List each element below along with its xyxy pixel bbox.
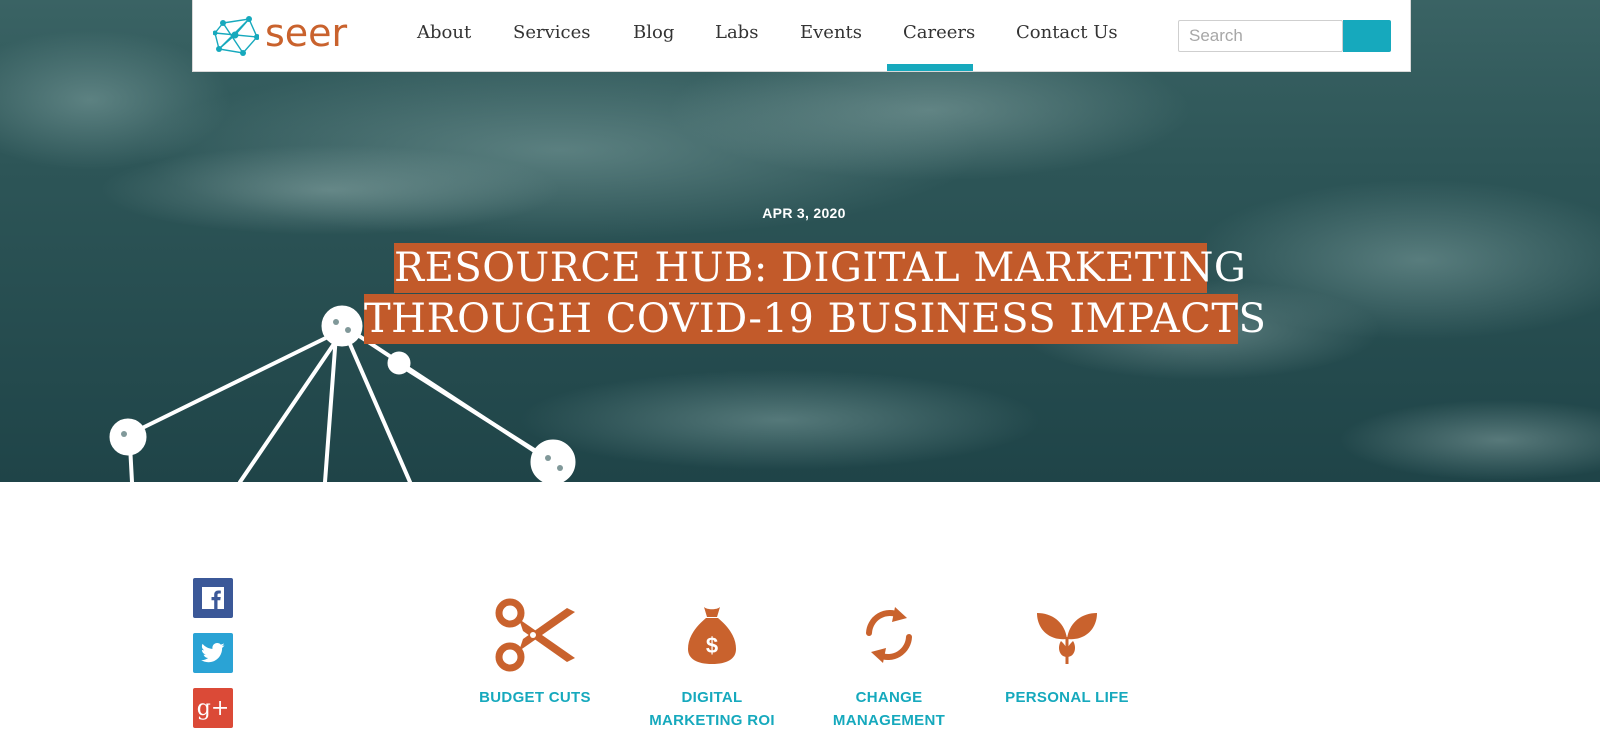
category-label: DIGITAL MARKETING ROI <box>649 689 775 729</box>
twitter-icon <box>201 643 225 663</box>
scissors-icon <box>495 598 575 672</box>
category-label: PERSONAL LIFE <box>1005 689 1129 706</box>
top-navigation-bar: seer About Services Blog Labs Events Car… <box>192 0 1411 72</box>
twitter-share-button[interactable] <box>193 633 233 673</box>
search-button[interactable] <box>1343 20 1391 52</box>
google-plus-share-button[interactable]: g+ <box>193 688 233 728</box>
category-digital-marketing-roi[interactable]: $ DIGITAL MARKETING ROI <box>637 590 787 732</box>
molecule-illustration <box>128 328 552 482</box>
nav-contact-us[interactable]: Contact Us <box>1016 22 1118 43</box>
active-nav-indicator <box>887 64 973 71</box>
post-date: APR 3, 2020 <box>762 205 846 221</box>
facebook-icon <box>202 587 224 609</box>
facebook-share-button[interactable] <box>193 578 233 618</box>
nav-events[interactable]: Events <box>800 22 862 43</box>
category-change-management[interactable]: CHANGE MANAGEMENT <box>814 590 964 732</box>
nav-blog[interactable]: Blog <box>633 22 674 43</box>
ocean-background <box>0 30 1600 482</box>
category-label: BUDGET CUTS <box>479 689 591 706</box>
post-title-line-1: RESOURCE HUB: DIGITAL MARKETING <box>394 243 1247 293</box>
nav-labs[interactable]: Labs <box>715 22 758 43</box>
google-plus-icon: g+ <box>196 695 230 721</box>
money-bag-icon: $ <box>688 607 736 664</box>
post-title-line-2: THROUGH COVID-19 BUSINESS IMPACTS <box>364 294 1267 344</box>
nav-services[interactable]: Services <box>513 22 590 43</box>
hero-banner: APR 3, 2020 RESOURCE HUB: DIGITAL MARKET… <box>0 0 1600 482</box>
search-input[interactable] <box>1178 20 1343 52</box>
sprout-icon <box>1037 613 1097 664</box>
seer-logo[interactable]: seer <box>213 11 348 58</box>
refresh-icon <box>866 607 912 663</box>
category-label: CHANGE MANAGEMENT <box>832 689 946 729</box>
nav-about[interactable]: About <box>417 22 471 43</box>
network-logo-icon <box>213 16 259 56</box>
svg-text:$: $ <box>706 633 718 658</box>
category-budget-cuts[interactable]: BUDGET CUTS <box>460 590 610 709</box>
nav-careers[interactable]: Careers <box>903 22 975 43</box>
category-personal-life[interactable]: PERSONAL LIFE <box>992 590 1142 709</box>
logo-wordmark: seer <box>265 11 348 55</box>
